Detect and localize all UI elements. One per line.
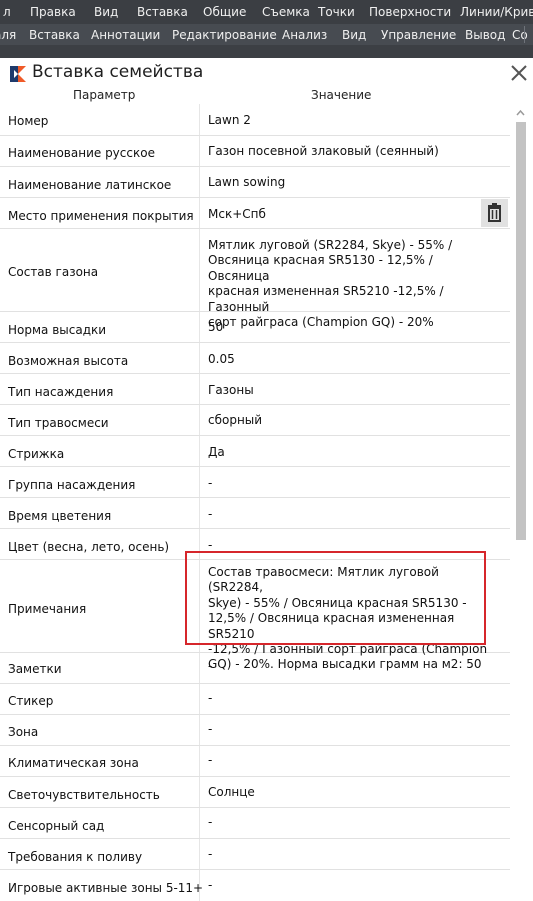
table-row: Светочувствительность Солнце	[0, 777, 510, 808]
row-value[interactable]: Газоны	[208, 383, 493, 398]
app-menubar: л Правка Вид Вставка Общие Съемка Точки …	[0, 0, 533, 24]
row-value[interactable]: Солнце	[208, 785, 493, 800]
table-row: Норма высадки 50	[0, 312, 510, 343]
row-value[interactable]: Газон посевной злаковый (сеянный)	[208, 144, 493, 159]
table-row: Игровые активные зоны 5-11+ -	[0, 870, 510, 900]
row-key: Время цветения	[8, 509, 112, 523]
row-value[interactable]: 50	[208, 320, 493, 335]
row-key: Возможная высота	[8, 354, 129, 368]
trash-icon	[488, 203, 501, 222]
ribbon-tabs: аля Вставка Аннотации Редактирование Ана…	[0, 24, 533, 45]
row-key: Группа насаждения	[8, 478, 136, 492]
row-value[interactable]: Lawn 2	[208, 113, 493, 128]
row-key: Сенсорный сад	[8, 819, 105, 833]
ribbon-tab-output[interactable]: Вывод	[465, 28, 512, 42]
row-value[interactable]: -	[208, 659, 493, 674]
ribbon-tab-insert[interactable]: Вставка	[29, 28, 91, 42]
table-row: Требования к поливу -	[0, 839, 510, 870]
ribbon-tab-analysis[interactable]: Анализ	[282, 28, 342, 42]
table-row: Сенсорный сад -	[0, 808, 510, 839]
chevron-up-icon[interactable]	[514, 106, 527, 119]
row-key: Требования к поливу	[8, 850, 143, 864]
menu-item-lines[interactable]: Линии/Кривые	[460, 5, 533, 19]
row-key: Светочувствительность	[8, 788, 160, 802]
delete-button[interactable]	[481, 199, 508, 227]
row-value[interactable]: Мск+Спб	[208, 207, 493, 222]
row-value[interactable]: Lawn sowing	[208, 175, 493, 190]
table-row: Время цветения -	[0, 498, 510, 529]
table-row: Стикер -	[0, 684, 510, 715]
menu-item-surfaces[interactable]: Поверхности	[369, 5, 460, 19]
row-key: Норма высадки	[8, 323, 107, 337]
row-key: Заметки	[8, 662, 62, 676]
table-row: Место применения покрытия Мск+Спб	[0, 198, 510, 229]
table-row: Примечания Состав травосмеси: Мятлик луг…	[0, 560, 510, 671]
table-row: Тип травосмеси сборный	[0, 405, 510, 436]
row-key: Стикер	[8, 694, 54, 708]
ribbon-tab[interactable]: аля	[0, 28, 29, 42]
table-row: Группа насаждения -	[0, 467, 510, 498]
row-key: Тип насаждения	[8, 385, 114, 399]
row-value[interactable]: -	[208, 815, 493, 830]
menu-item-view[interactable]: Вид	[94, 5, 137, 19]
row-value[interactable]: -	[208, 878, 493, 893]
row-value[interactable]: сборный	[208, 413, 493, 428]
table-row: Наименование латинское Lawn sowing	[0, 167, 510, 198]
row-key: Примечания	[8, 602, 87, 616]
insert-family-dialog: Вставка семейства Параметр Значение Номе…	[0, 58, 533, 901]
table-row: Возможная высота 0.05	[0, 343, 510, 374]
row-value[interactable]: -	[208, 847, 493, 862]
dialog-titlebar: Вставка семейства	[0, 58, 533, 90]
menu-item-general[interactable]: Общие	[203, 5, 262, 19]
row-key: Игровые активные зоны 5-11+	[8, 881, 204, 895]
table-row: Стрижка Да	[0, 436, 510, 467]
ribbon-tab-edit[interactable]: Редактирование	[172, 28, 282, 42]
ribbon-tab[interactable]: Co	[512, 28, 528, 42]
row-key: Состав газона	[8, 265, 99, 279]
table-row: Зона -	[0, 715, 510, 746]
row-key: Цвет (весна, лето, осень)	[8, 540, 170, 554]
column-header-parameter: Параметр	[73, 88, 136, 102]
table-row: Заметки -	[0, 653, 510, 684]
row-value[interactable]: -	[208, 691, 493, 706]
menu-item-edit[interactable]: Правка	[30, 5, 94, 19]
close-icon[interactable]	[508, 62, 530, 84]
menu-item-insert[interactable]: Вставка	[137, 5, 203, 19]
ribbon-tab-annotations[interactable]: Аннотации	[91, 28, 172, 42]
menu-item-survey[interactable]: Съемка	[262, 5, 318, 19]
row-value[interactable]: -	[208, 722, 493, 737]
ribbon-tab-manage[interactable]: Управление	[381, 28, 465, 42]
row-key: Стрижка	[8, 447, 65, 461]
table-row: Климатическая зона -	[0, 746, 510, 777]
row-value[interactable]: 0.05	[208, 352, 493, 367]
row-value[interactable]: -	[208, 476, 493, 491]
ribbon-separator	[524, 26, 525, 43]
app-logo-icon	[10, 66, 26, 82]
row-key: Зона	[8, 725, 39, 739]
table-row: Состав газона Мятлик луговой (SR2284, Sk…	[0, 229, 510, 329]
table-row: Наименование русское Газон посевной злак…	[0, 136, 510, 167]
row-key: Тип травосмеси	[8, 416, 109, 430]
column-header-value: Значение	[311, 88, 372, 102]
menu-item[interactable]: л	[3, 5, 30, 19]
row-key: Место применения покрытия	[8, 209, 194, 223]
table-row: Номер Lawn 2	[0, 104, 510, 136]
row-key: Наименование русское	[8, 146, 155, 160]
row-key: Номер	[8, 114, 49, 128]
row-value[interactable]: -	[208, 507, 493, 522]
scrollbar-thumb[interactable]	[516, 122, 526, 540]
menu-item-points[interactable]: Точки	[318, 5, 369, 19]
row-value[interactable]: -	[208, 753, 493, 768]
table-row: Тип насаждения Газоны	[0, 374, 510, 405]
row-value[interactable]: Да	[208, 445, 493, 460]
row-value[interactable]: -	[208, 538, 493, 553]
row-key: Наименование латинское	[8, 178, 172, 192]
table-row: Цвет (весна, лето, осень) -	[0, 529, 510, 560]
row-key: Климатическая зона	[8, 756, 139, 770]
dialog-title: Вставка семейства	[32, 62, 204, 82]
ribbon-tab-view[interactable]: Вид	[342, 28, 381, 42]
